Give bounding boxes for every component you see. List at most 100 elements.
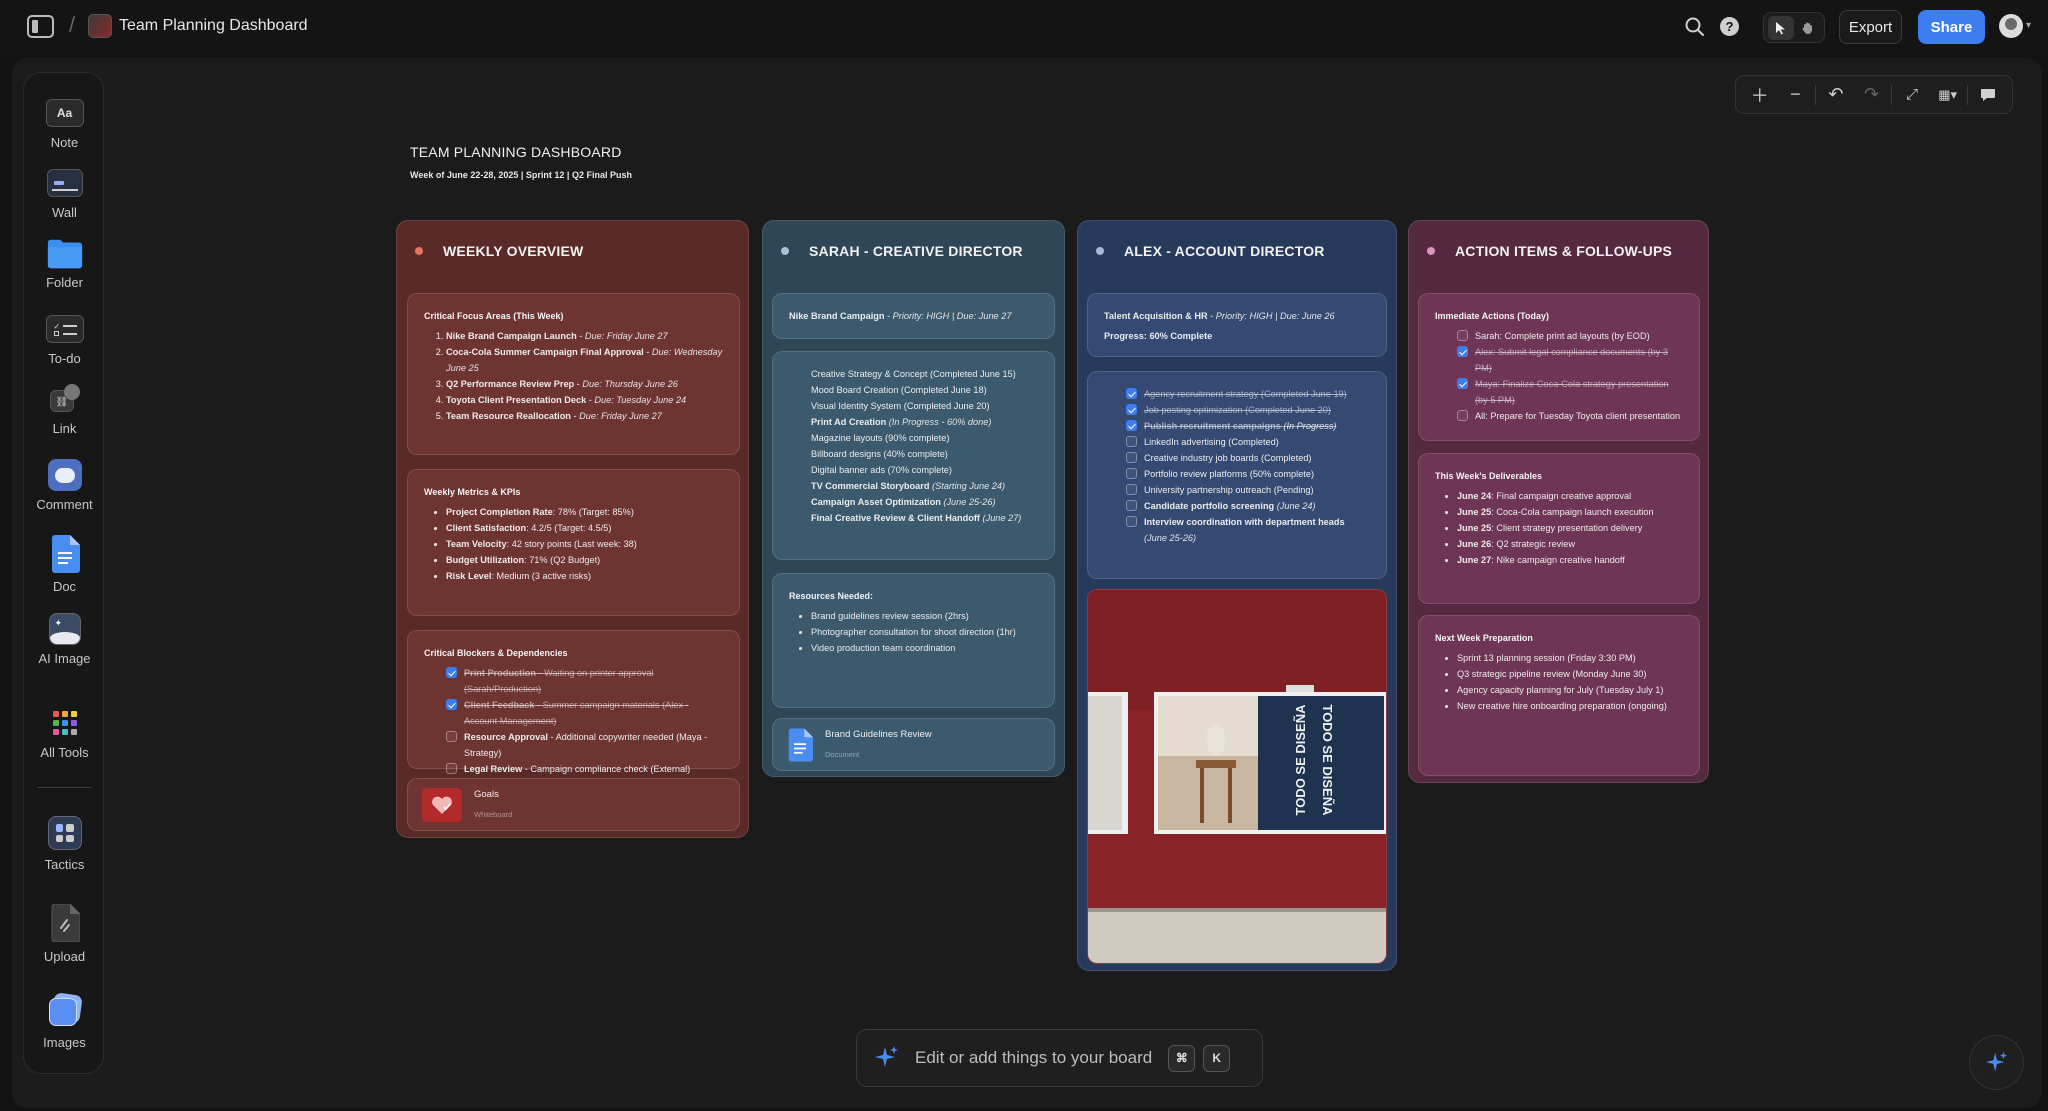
board-subheading[interactable]: Week of June 22-28, 2025 | Sprint 12 | Q… — [410, 170, 632, 180]
board-heading[interactable]: TEAM PLANNING DASHBOARD — [410, 144, 622, 160]
zoom-out-icon[interactable]: − — [1778, 80, 1814, 110]
sidebar-item-comment[interactable]: Comment — [24, 459, 105, 512]
blockers-card[interactable]: Critical Blockers & Dependencies Print P… — [407, 630, 740, 774]
checklist-item[interactable]: Client Feedback - Summer campaign materi… — [446, 697, 723, 729]
checklist-item[interactable]: Print Production - Waiting on printer ap… — [446, 665, 723, 697]
checklist-item[interactable]: Legal Review - Campaign compliance check… — [446, 761, 723, 777]
checklist-item[interactable]: University partnership outreach (Pending… — [1126, 482, 1370, 498]
unchecked-checkbox[interactable] — [1126, 500, 1137, 511]
comment-icon — [46, 459, 84, 491]
brand-guidelines-doc-card[interactable]: Brand Guidelines Review Document — [772, 718, 1055, 771]
item-text: : Q2 strategic review — [1491, 539, 1575, 549]
help-icon[interactable]: ? — [1720, 17, 1739, 36]
unchecked-checkbox[interactable] — [1457, 330, 1468, 341]
sidebar-item-all-tools[interactable]: All Tools — [24, 707, 105, 760]
deliverables-card[interactable]: This Week's Deliverables June 24: Final … — [1418, 453, 1700, 604]
checklist-item[interactable]: Job posting optimization (Completed June… — [1126, 402, 1370, 418]
comments-icon[interactable] — [1970, 80, 2006, 110]
ai-assistant-button[interactable] — [1969, 1035, 2024, 1090]
sidebar-item-doc[interactable]: Doc — [24, 535, 105, 594]
sidebar-item-link[interactable]: ⛓ Link — [24, 383, 105, 436]
sidebar-item-images[interactable]: Images — [24, 991, 105, 1050]
export-button[interactable]: Export — [1839, 10, 1902, 44]
chevron-down-icon[interactable]: ▾ — [2026, 20, 2031, 31]
billboard-photo[interactable]: TODO SE DISEÑA TODO SE DISEÑA — [1087, 589, 1387, 964]
search-icon[interactable] — [1684, 16, 1706, 38]
unchecked-checkbox[interactable] — [1126, 436, 1137, 447]
ai-command-bar[interactable]: Edit or add things to your board ⌘ K — [856, 1029, 1263, 1087]
sarah-tasks-card[interactable]: Creative Strategy & Concept (Completed J… — [772, 351, 1055, 560]
undo-icon[interactable]: ↶ — [1818, 80, 1854, 110]
wall-icon — [46, 167, 84, 199]
unchecked-checkbox[interactable] — [1126, 484, 1137, 495]
sidebar-toggle-icon[interactable] — [27, 15, 54, 38]
resources-card[interactable]: Resources Needed: Brand guidelines revie… — [772, 573, 1055, 708]
unchecked-checkbox[interactable] — [1126, 452, 1137, 463]
alex-tasks-card[interactable]: Agency recruitment strategy (Completed J… — [1087, 371, 1387, 579]
fullscreen-icon[interactable]: ⤢ — [1894, 80, 1930, 110]
redo-icon[interactable]: ↷ — [1854, 80, 1890, 110]
unchecked-checkbox[interactable] — [1126, 516, 1137, 527]
share-button[interactable]: Share — [1918, 10, 1985, 44]
checked-checkbox[interactable] — [446, 667, 457, 678]
goals-type: Whiteboard — [474, 809, 513, 819]
unchecked-checkbox[interactable] — [1457, 410, 1468, 421]
board-thumbnail-icon[interactable] — [88, 14, 112, 38]
hand-pan-icon[interactable] — [1795, 16, 1821, 40]
sidebar-item-note[interactable]: Aa Note — [24, 97, 105, 150]
column-weekly-overview[interactable]: WEEKLY OVERVIEW Critical Focus Areas (Th… — [396, 220, 749, 838]
checklist-item[interactable]: Portfolio review platforms (50% complete… — [1126, 466, 1370, 482]
list-item: Q2 Performance Review Prep - Due: Thursd… — [446, 376, 723, 392]
checklist-item[interactable]: Maya: Finalize Coca-Cola strategy presen… — [1457, 376, 1683, 408]
select-cursor-icon[interactable] — [1767, 15, 1794, 40]
ai-command-placeholder[interactable]: Edit or add things to your board — [915, 1048, 1152, 1068]
checklist-text: University partnership outreach (Pending… — [1144, 482, 1314, 498]
checklist-item[interactable]: LinkedIn advertising (Completed) — [1126, 434, 1370, 450]
column-action-items[interactable]: ACTION ITEMS & FOLLOW-UPS Immediate Acti… — [1408, 220, 1709, 783]
item-bold-text: TV Commercial Storyboard — [811, 481, 930, 491]
checked-checkbox[interactable] — [1126, 404, 1137, 415]
board-title[interactable]: Team Planning Dashboard — [119, 17, 308, 35]
nike-campaign-card[interactable]: Nike Brand Campaign - Priority: HIGH | D… — [772, 293, 1055, 339]
sidebar-item-upload[interactable]: Upload — [24, 903, 105, 964]
sidebar-item-folder[interactable]: Folder — [24, 237, 105, 290]
item-text: All: Prepare for Tuesday Toyota client p… — [1475, 411, 1681, 421]
zoom-in-icon[interactable]: ＋ — [1742, 80, 1778, 110]
checked-checkbox[interactable] — [446, 699, 457, 710]
goals-whiteboard-card[interactable]: Goals Whiteboard — [407, 778, 740, 831]
unchecked-checkbox[interactable] — [446, 763, 457, 774]
unchecked-checkbox[interactable] — [446, 731, 457, 742]
item-due: Due: Thursday June 26 — [582, 379, 678, 389]
item-separator: - — [576, 331, 585, 341]
next-week-card[interactable]: Next Week Preparation Sprint 13 planning… — [1418, 615, 1700, 776]
sidebar-item-tactics[interactable]: Tactics — [24, 815, 105, 872]
item-text: : Client strategy presentation delivery — [1491, 523, 1643, 533]
talent-meta: - Priority: HIGH | Due: June 26 — [1207, 311, 1335, 321]
talent-acquisition-card[interactable]: Talent Acquisition & HR - Priority: HIGH… — [1087, 293, 1387, 357]
checklist-item[interactable]: Sarah: Complete print ad layouts (by EOD… — [1457, 328, 1683, 344]
checklist-item[interactable]: Publish recruitment campaigns (In Progre… — [1126, 418, 1370, 434]
metrics-card[interactable]: Weekly Metrics & KPIs Project Completion… — [407, 469, 740, 616]
checklist-item[interactable]: Resource Approval - Additional copywrite… — [446, 729, 723, 761]
sidebar-item-wall[interactable]: Wall — [24, 167, 105, 220]
checklist-item[interactable]: Candidate portfolio screening (June 24) — [1126, 498, 1370, 514]
focus-areas-card[interactable]: Critical Focus Areas (This Week) Nike Br… — [407, 293, 740, 455]
column-alex[interactable]: ALEX - ACCOUNT DIRECTOR Talent Acquisiti… — [1077, 220, 1397, 971]
checked-checkbox[interactable] — [1126, 420, 1137, 431]
immediate-actions-card[interactable]: Immediate Actions (Today) Sarah: Complet… — [1418, 293, 1700, 441]
unchecked-checkbox[interactable] — [1126, 468, 1137, 479]
checked-checkbox[interactable] — [1126, 388, 1137, 399]
checklist-item[interactable]: All: Prepare for Tuesday Toyota client p… — [1457, 408, 1683, 424]
column-sarah[interactable]: SARAH - CREATIVE DIRECTOR Nike Brand Cam… — [762, 220, 1065, 777]
checklist-item[interactable]: Alex: Submit legal compliance documents … — [1457, 344, 1683, 376]
sidebar-item-ai-image[interactable]: ✦ AI Image — [24, 613, 105, 666]
sidebar-item-todo[interactable]: ✓ To-do — [24, 313, 105, 366]
checklist-item[interactable]: Interview coordination with department h… — [1126, 514, 1370, 546]
layout-grid-icon[interactable]: ▦▾ — [1930, 80, 1966, 110]
checklist-item[interactable]: Agency recruitment strategy (Completed J… — [1126, 386, 1370, 402]
checked-checkbox[interactable] — [1457, 378, 1468, 389]
avatar[interactable] — [1999, 14, 2023, 38]
checked-checkbox[interactable] — [1457, 346, 1468, 357]
checklist-item[interactable]: Creative industry job boards (Completed) — [1126, 450, 1370, 466]
item-text: LinkedIn advertising (Completed) — [1144, 437, 1279, 447]
